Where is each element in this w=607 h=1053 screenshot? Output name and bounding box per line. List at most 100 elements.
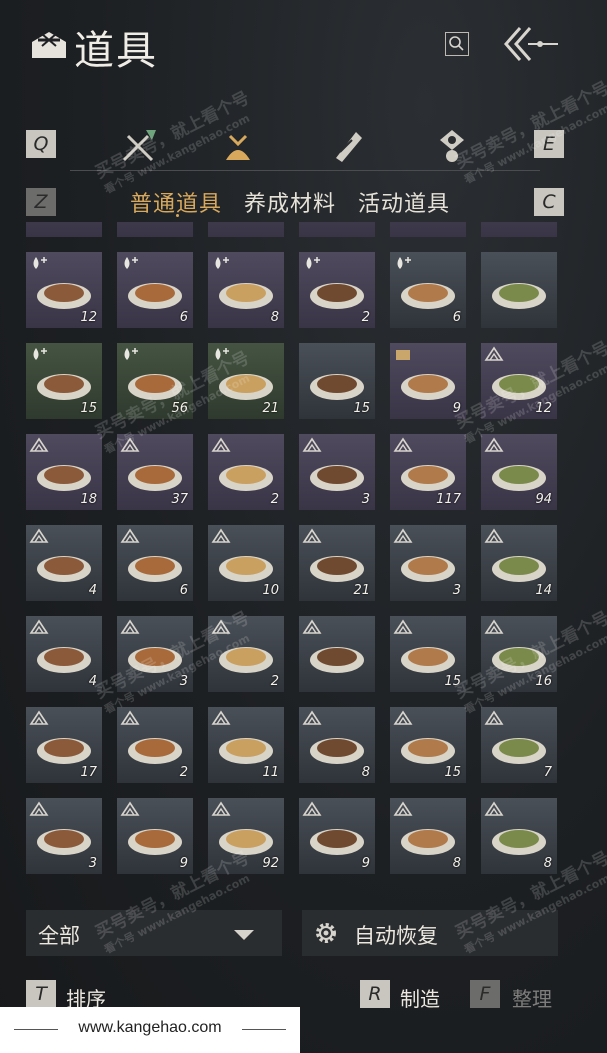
item-slot[interactable]: 2 xyxy=(117,707,193,783)
item-slot[interactable]: 6 xyxy=(390,252,466,328)
back-icon[interactable] xyxy=(500,24,560,64)
gift-box-icon xyxy=(396,350,410,360)
item-count: 94 xyxy=(535,492,552,507)
tab-equipment-icon[interactable] xyxy=(118,126,158,166)
item-slot[interactable]: 9 xyxy=(390,343,466,419)
item-slot[interactable]: 2 xyxy=(208,434,284,510)
item-slot[interactable]: 92 xyxy=(208,798,284,874)
item-slot[interactable]: 21 xyxy=(299,525,375,601)
item-slot[interactable] xyxy=(481,252,557,328)
item-slot[interactable] xyxy=(390,222,466,237)
item-count: 4 xyxy=(88,674,97,689)
item-slot[interactable]: 8 xyxy=(208,252,284,328)
item-slot[interactable]: 2 xyxy=(299,252,375,328)
item-count: 3 xyxy=(179,674,188,689)
tab-scroll-icon[interactable] xyxy=(328,126,368,166)
item-slot[interactable]: 15 xyxy=(299,343,375,419)
item-count: 9 xyxy=(361,856,370,871)
item-slot[interactable]: 14 xyxy=(481,525,557,601)
mountain-icon xyxy=(211,619,231,634)
item-slot[interactable]: 9 xyxy=(299,798,375,874)
mountain-icon xyxy=(484,437,504,452)
item-slot[interactable] xyxy=(299,222,375,237)
item-count: 7 xyxy=(543,765,552,780)
item-count: 16 xyxy=(535,674,552,689)
item-slot[interactable]: 8 xyxy=(390,798,466,874)
item-slot[interactable]: 3 xyxy=(390,525,466,601)
item-count: 37 xyxy=(171,492,188,507)
mountain-icon xyxy=(29,528,49,543)
key-c[interactable]: C xyxy=(534,188,564,216)
item-slot[interactable]: 10 xyxy=(208,525,284,601)
item-slot[interactable]: 117 xyxy=(390,434,466,510)
food-dish-icon xyxy=(492,374,546,400)
key-e[interactable]: E xyxy=(534,130,564,158)
food-dish-icon xyxy=(128,283,182,309)
food-dish-icon xyxy=(128,465,182,491)
item-slot[interactable]: 18 xyxy=(26,434,102,510)
gear-icon xyxy=(316,923,336,943)
key-t[interactable]: T xyxy=(26,980,56,1008)
item-slot[interactable]: 3 xyxy=(26,798,102,874)
subtab-event-items[interactable]: 活动道具 xyxy=(358,186,450,218)
key-q[interactable]: Q xyxy=(26,130,56,158)
item-slot[interactable]: 12 xyxy=(481,343,557,419)
item-slot[interactable]: 2 xyxy=(208,616,284,692)
item-slot[interactable]: 15 xyxy=(390,707,466,783)
food-dish-icon xyxy=(37,829,91,855)
item-slot[interactable] xyxy=(208,222,284,237)
item-slot[interactable]: 15 xyxy=(390,616,466,692)
item-slot[interactable]: 6 xyxy=(117,525,193,601)
item-slot[interactable]: 8 xyxy=(299,707,375,783)
filter-dropdown[interactable]: 全部 xyxy=(26,910,282,956)
mountain-icon xyxy=(302,710,322,725)
item-slot[interactable] xyxy=(26,222,102,237)
item-slot[interactable]: 4 xyxy=(26,525,102,601)
food-dish-icon xyxy=(310,647,364,673)
mountain-icon xyxy=(29,801,49,816)
chevron-down-icon xyxy=(234,930,254,940)
food-dish-icon xyxy=(401,829,455,855)
key-z[interactable]: Z xyxy=(26,188,56,216)
item-slot[interactable]: 17 xyxy=(26,707,102,783)
craft-button[interactable]: 制造 xyxy=(400,983,440,1012)
tidy-button[interactable]: 整理 xyxy=(512,983,552,1012)
auto-recover-toggle[interactable]: 自动恢复 xyxy=(302,910,558,956)
item-slot[interactable]: 12 xyxy=(26,252,102,328)
item-slot[interactable]: 21 xyxy=(208,343,284,419)
footer-url: www.kangehao.com xyxy=(78,1019,222,1036)
item-slot[interactable] xyxy=(117,222,193,237)
item-slot[interactable]: 4 xyxy=(26,616,102,692)
item-slot[interactable]: 7 xyxy=(481,707,557,783)
item-slot[interactable]: 9 xyxy=(117,798,193,874)
search-button[interactable] xyxy=(445,32,469,56)
mountain-icon xyxy=(484,346,504,361)
item-slot[interactable]: 37 xyxy=(117,434,193,510)
item-slot[interactable]: 15 xyxy=(26,343,102,419)
item-slot[interactable]: 56 xyxy=(117,343,193,419)
item-slot[interactable]: 11 xyxy=(208,707,284,783)
tab-treasure-icon[interactable] xyxy=(432,126,472,166)
item-slot[interactable]: 3 xyxy=(117,616,193,692)
item-count: 15 xyxy=(80,401,97,416)
item-slot[interactable] xyxy=(481,222,557,237)
mountain-icon xyxy=(29,437,49,452)
item-slot[interactable]: 94 xyxy=(481,434,557,510)
water-drop-icon xyxy=(124,257,138,269)
tab-items-icon[interactable] xyxy=(218,126,258,166)
subtab-materials[interactable]: 养成材料 xyxy=(244,186,336,218)
mountain-icon xyxy=(484,801,504,816)
footer-banner: www.kangehao.com xyxy=(0,1007,300,1053)
item-slot[interactable] xyxy=(299,616,375,692)
food-dish-icon xyxy=(492,465,546,491)
item-slot[interactable]: 3 xyxy=(299,434,375,510)
food-dish-icon xyxy=(492,738,546,764)
key-r[interactable]: R xyxy=(360,980,390,1008)
mountain-icon xyxy=(211,801,231,816)
item-slot[interactable]: 16 xyxy=(481,616,557,692)
key-f[interactable]: F xyxy=(470,980,500,1008)
item-slot[interactable]: 6 xyxy=(117,252,193,328)
item-count: 9 xyxy=(452,401,461,416)
item-slot[interactable]: 8 xyxy=(481,798,557,874)
item-count: 56 xyxy=(171,401,188,416)
